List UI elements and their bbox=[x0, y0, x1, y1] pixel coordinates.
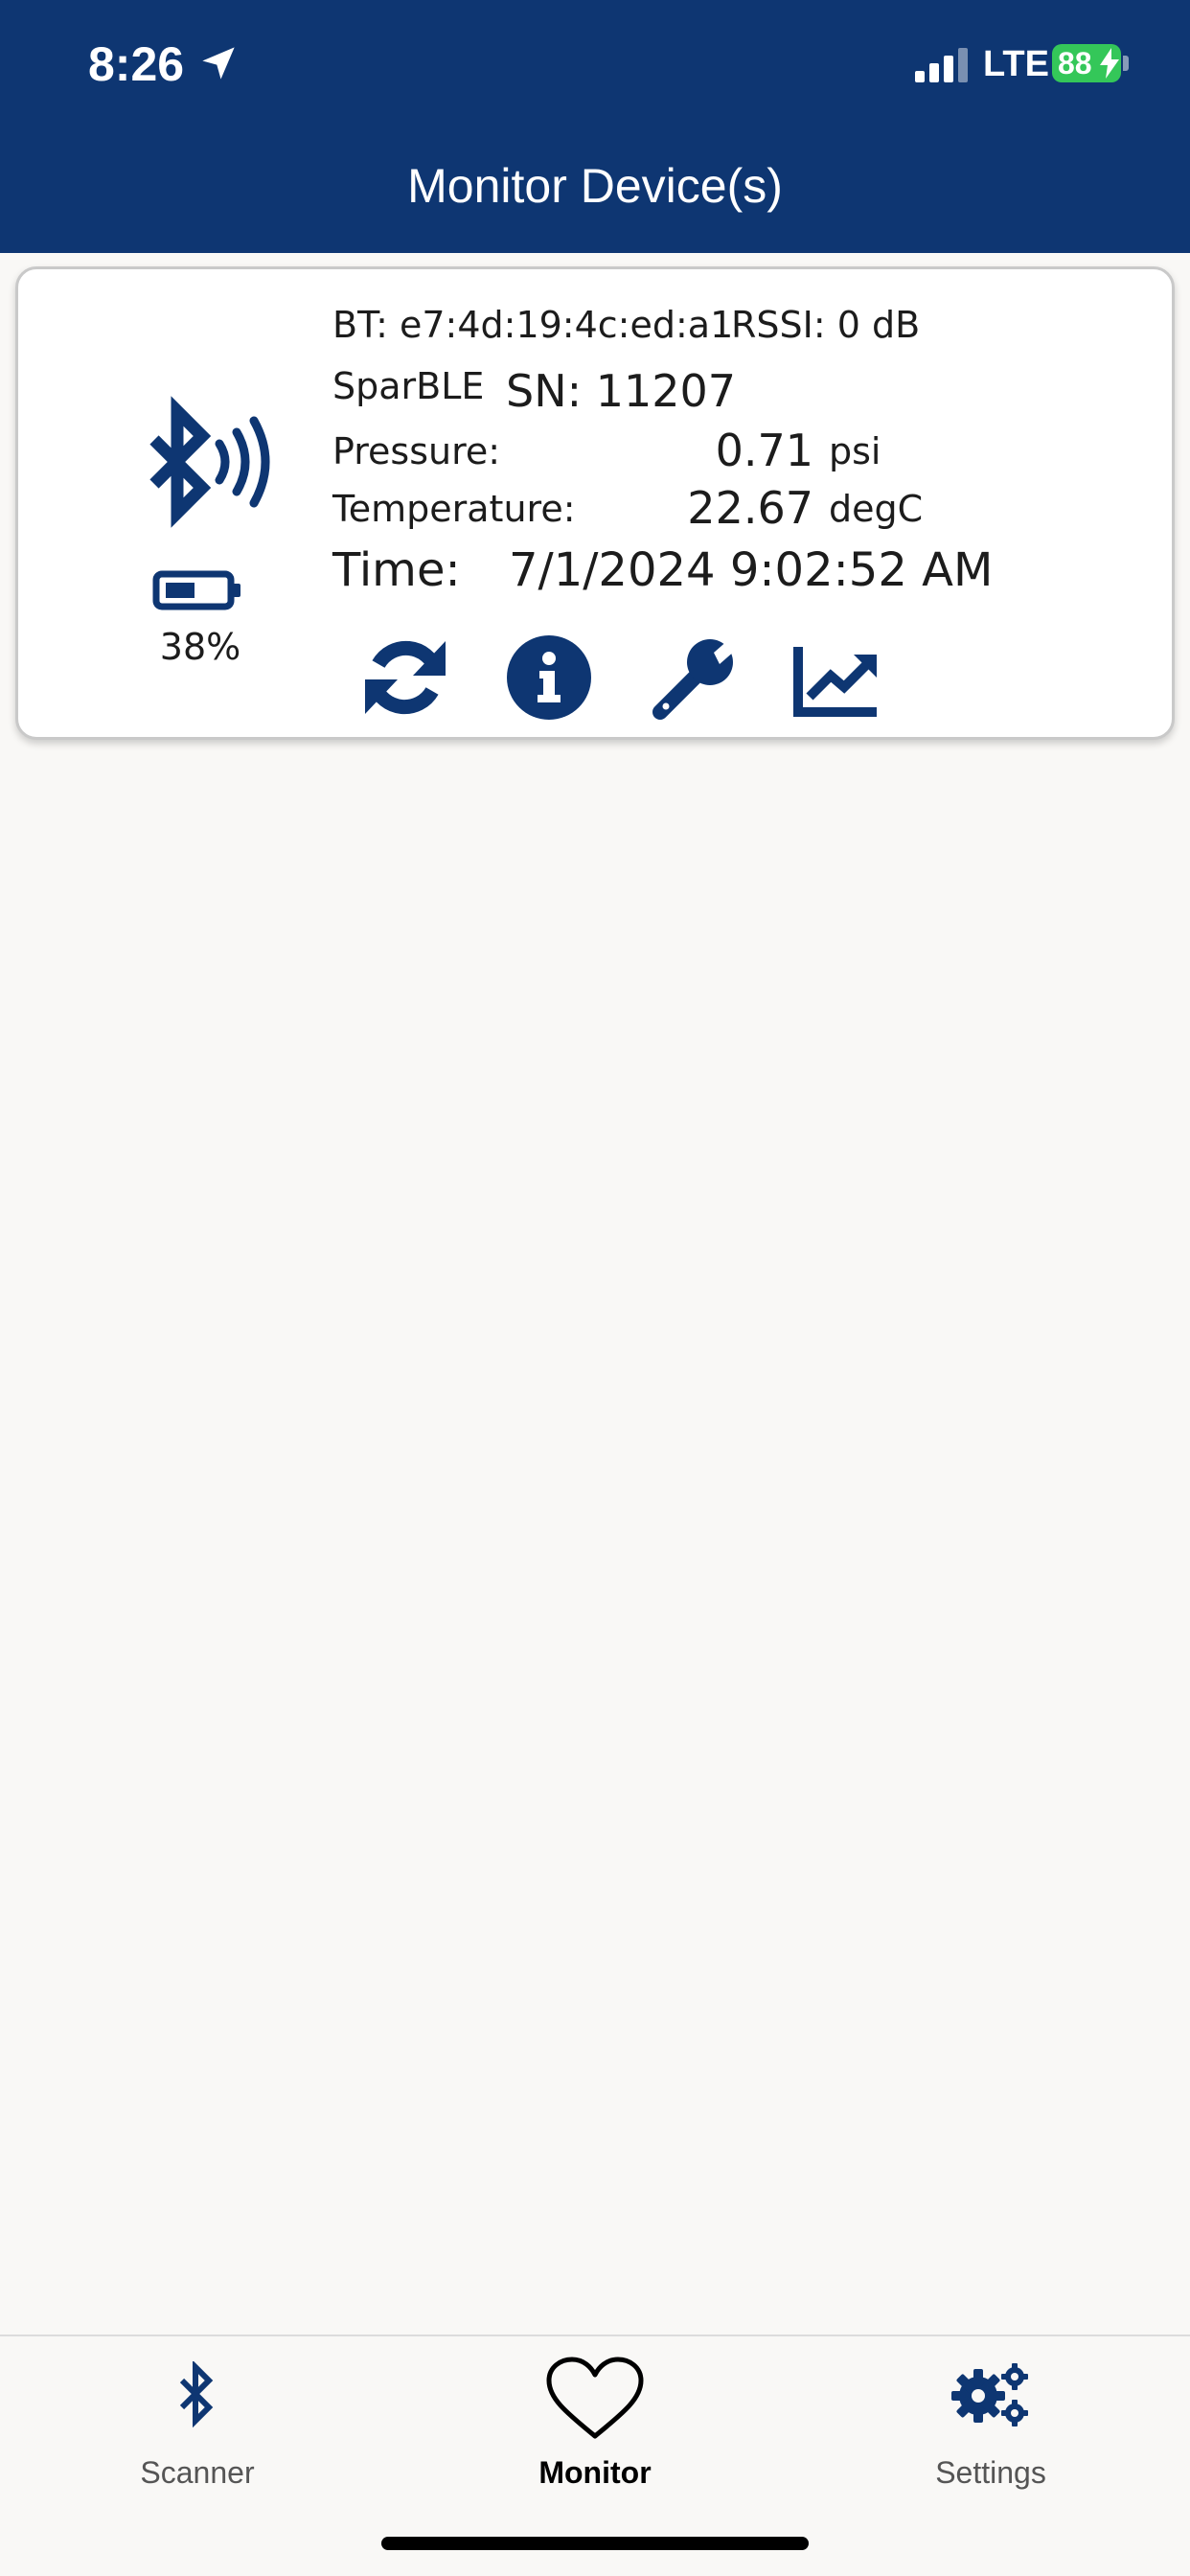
time-label: Time: bbox=[332, 543, 461, 597]
device-battery-icon bbox=[152, 570, 240, 610]
time-value: 7/1/2024 9:02:52 AM bbox=[509, 543, 994, 597]
device-name: SparBLE bbox=[332, 365, 485, 407]
refresh-button[interactable] bbox=[359, 632, 451, 724]
network-type: LTE bbox=[983, 44, 1049, 84]
home-indicator bbox=[381, 2537, 809, 2550]
chart-button[interactable] bbox=[790, 632, 882, 724]
tab-settings[interactable]: Settings bbox=[847, 2356, 1134, 2499]
rssi-value: RSSI: 0 dB bbox=[731, 304, 921, 346]
refresh-icon bbox=[365, 640, 446, 715]
tab-scanner[interactable]: Scanner bbox=[54, 2356, 341, 2499]
settings-wrench-button[interactable] bbox=[647, 632, 739, 724]
app-header: 8:26 LTE 88 Monitor Device(s) bbox=[0, 0, 1190, 253]
pressure-unit: psi bbox=[829, 430, 881, 472]
bluetooth-signal-icon bbox=[149, 396, 270, 528]
temperature-unit: degC bbox=[829, 488, 924, 530]
tab-scanner-label: Scanner bbox=[140, 2455, 255, 2490]
device-card[interactable]: 38% BT: e7:4d:19:4c:ed:a1 RSSI: 0 dB Spa… bbox=[15, 266, 1175, 740]
tab-settings-label: Settings bbox=[935, 2455, 1046, 2490]
gears-icon bbox=[951, 2363, 1028, 2426]
info-icon bbox=[507, 635, 591, 720]
page-title: Monitor Device(s) bbox=[407, 159, 783, 213]
pressure-label: Pressure: bbox=[332, 430, 501, 472]
status-time: 8:26 bbox=[88, 37, 185, 91]
bluetooth-icon bbox=[179, 2361, 214, 2428]
cellular-signal-icon bbox=[915, 48, 968, 82]
status-battery-cap bbox=[1123, 56, 1129, 71]
tab-monitor[interactable]: Monitor bbox=[451, 2356, 739, 2499]
info-button[interactable] bbox=[503, 632, 595, 724]
location-arrow-icon bbox=[202, 47, 235, 80]
wrench-icon bbox=[652, 639, 735, 720]
serial-number: SN: 11207 bbox=[506, 365, 737, 417]
temperature-label: Temperature: bbox=[332, 488, 576, 530]
chart-icon bbox=[793, 647, 877, 717]
temperature-value: 22.67 bbox=[687, 482, 813, 534]
heart-icon bbox=[546, 2357, 644, 2439]
charging-bolt-icon bbox=[1100, 48, 1119, 79]
battery-percent: 38% bbox=[159, 626, 241, 668]
bt-address: BT: e7:4d:19:4c:ed:a1 bbox=[332, 304, 734, 346]
tab-monitor-label: Monitor bbox=[538, 2455, 652, 2490]
pressure-value: 0.71 bbox=[715, 425, 813, 476]
status-battery-level: 88 bbox=[1058, 45, 1092, 80]
